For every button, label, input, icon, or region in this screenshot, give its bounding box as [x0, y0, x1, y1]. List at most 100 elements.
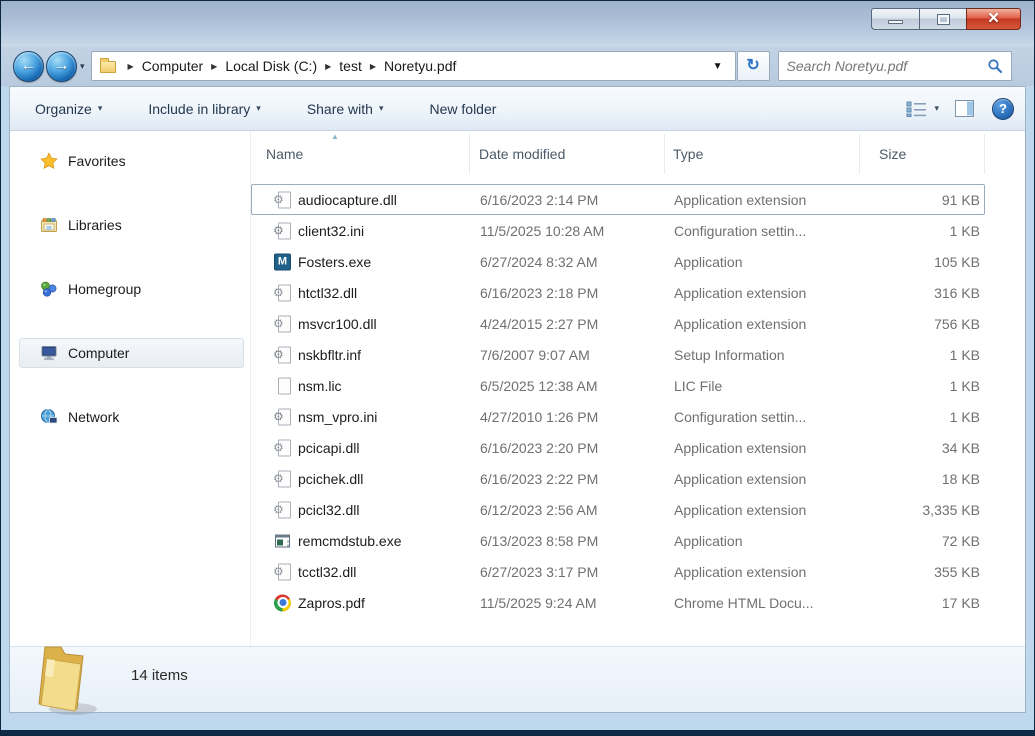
search-input[interactable] [787, 58, 987, 74]
file-row-Fosters.exe[interactable]: Fosters.exe 6/27/2024 8:32 AM Applicatio… [251, 246, 985, 277]
change-view-button[interactable]: ▾ [906, 101, 939, 117]
computer-icon [40, 344, 58, 362]
column-header-size[interactable]: Size [879, 146, 906, 162]
help-button[interactable]: ? [992, 98, 1014, 120]
breadcrumb-segment[interactable]: Computer [142, 58, 203, 74]
file-date-modified: 6/13/2023 8:58 PM [480, 533, 598, 549]
sidebar-item-libraries[interactable]: Libraries [19, 210, 244, 240]
sidebar-item-computer[interactable]: Computer [19, 338, 244, 368]
toolbar-right-group: ▾ ? [906, 98, 1014, 120]
close-button[interactable]: × [966, 8, 1021, 30]
share-with-label: Share with [307, 101, 373, 117]
new-folder-button[interactable]: New folder [430, 101, 497, 117]
file-date-modified: 6/16/2023 2:20 PM [480, 440, 598, 456]
libraries-icon [40, 216, 58, 234]
sort-ascending-icon: ▲ [331, 132, 339, 141]
window-controls: × [871, 8, 1021, 30]
navigation-bar: ← → ▾ ▶Computer▶Local Disk (C:)▶test▶Nor… [1, 46, 1034, 86]
status-bar: 14 items [9, 646, 1026, 713]
file-row-client32.ini[interactable]: client32.ini 11/5/2025 10:28 AM Configur… [251, 215, 985, 246]
column-header-date-modified[interactable]: Date modified [479, 146, 565, 162]
file-name: tcctl32.dll [298, 564, 356, 580]
file-type-icon [274, 377, 291, 394]
file-name: Zapros.pdf [298, 595, 365, 611]
file-row-pcicl32.dll[interactable]: pcicl32.dll 6/12/2023 2:56 AM Applicatio… [251, 494, 985, 525]
sidebar-item-homegroup[interactable]: Homegroup [19, 274, 244, 304]
file-type-icon [274, 191, 291, 208]
preview-pane-button[interactable] [955, 100, 974, 117]
close-icon: × [988, 10, 999, 28]
organize-menu[interactable]: Organize ▾ [35, 101, 102, 117]
column-divider[interactable] [664, 134, 665, 174]
file-date-modified: 11/5/2025 10:28 AM [480, 223, 604, 239]
file-type-icon [274, 563, 291, 580]
include-in-library-menu[interactable]: Include in library ▾ [148, 101, 260, 117]
sidebar-item-label: Libraries [68, 217, 122, 233]
file-list-body: audiocapture.dll 6/16/2023 2:14 PM Appli… [251, 184, 985, 618]
file-type: LIC File [674, 378, 722, 394]
file-row-pcicapi.dll[interactable]: pcicapi.dll 6/16/2023 2:20 PM Applicatio… [251, 432, 985, 463]
file-row-msvcr100.dll[interactable]: msvcr100.dll 4/24/2015 2:27 PM Applicati… [251, 308, 985, 339]
recent-pages-dropdown[interactable]: ▾ [80, 61, 85, 72]
file-name: client32.ini [298, 223, 364, 239]
file-row-nsm_vpro.ini[interactable]: nsm_vpro.ini 4/27/2010 1:26 PM Configura… [251, 401, 985, 432]
column-divider[interactable] [469, 134, 470, 174]
file-size: 18 KB [860, 471, 980, 487]
file-size: 34 KB [860, 440, 980, 456]
file-type: Application extension [674, 192, 806, 208]
breadcrumb-segment[interactable]: Local Disk (C:) [225, 58, 317, 74]
title-bar[interactable]: × [1, 1, 1034, 46]
search-icon[interactable] [987, 58, 1003, 74]
file-row-Zapros.pdf[interactable]: Zapros.pdf 11/5/2025 9:24 AM Chrome HTML… [251, 587, 985, 618]
command-toolbar: Organize ▾ Include in library ▾ Share wi… [9, 86, 1026, 131]
file-type-icon [274, 253, 291, 270]
file-name: remcmdstub.exe [298, 533, 401, 549]
file-row-tcctl32.dll[interactable]: tcctl32.dll 6/27/2023 3:17 PM Applicatio… [251, 556, 985, 587]
file-row-audiocapture.dll[interactable]: audiocapture.dll 6/16/2023 2:14 PM Appli… [251, 184, 985, 215]
folder-icon [100, 61, 116, 73]
file-row-pcichek.dll[interactable]: pcichek.dll 6/16/2023 2:22 PM Applicatio… [251, 463, 985, 494]
breadcrumb-segment[interactable]: Noretyu.pdf [384, 58, 456, 74]
address-bar[interactable]: ▶Computer▶Local Disk (C:)▶test▶Noretyu.p… [91, 51, 736, 81]
network-icon [40, 408, 58, 426]
file-row-nskbfltr.inf[interactable]: nskbfltr.inf 7/6/2007 9:07 AM Setup Info… [251, 339, 985, 370]
breadcrumb-separator-icon: ▶ [325, 62, 331, 71]
column-divider[interactable] [859, 134, 860, 174]
navigation-pane: Favorites Libraries [9, 131, 251, 646]
column-header-type[interactable]: Type [673, 146, 703, 162]
column-headers: ▲ Name Date modified Type Size [251, 131, 1026, 181]
preview-pane-icon [955, 100, 974, 117]
file-row-remcmdstub.exe[interactable]: remcmdstub.exe 6/13/2023 8:58 PM Applica… [251, 525, 985, 556]
back-button[interactable]: ← [13, 51, 44, 82]
file-size: 1 KB [860, 409, 980, 425]
breadcrumb-separator-icon: ▶ [128, 62, 134, 71]
maximize-button[interactable] [919, 8, 966, 30]
forward-button[interactable]: → [46, 51, 77, 82]
breadcrumb-segment[interactable]: test [339, 58, 362, 74]
main-content: Favorites Libraries [9, 131, 1026, 646]
address-dropdown-icon[interactable]: ▼ [703, 61, 733, 72]
refresh-button[interactable]: ↻ [737, 51, 770, 81]
file-type: Application extension [674, 316, 806, 332]
file-name: htctl32.dll [298, 285, 357, 301]
chevron-down-icon: ▾ [98, 103, 103, 114]
column-divider[interactable] [984, 134, 985, 174]
file-type: Configuration settin... [674, 409, 806, 425]
file-date-modified: 6/16/2023 2:22 PM [480, 471, 598, 487]
column-header-name[interactable]: Name [266, 146, 303, 162]
file-name: nsm.lic [298, 378, 342, 394]
sidebar-item-network[interactable]: Network [19, 402, 244, 432]
file-date-modified: 6/27/2024 8:32 AM [480, 254, 598, 270]
file-name: Fosters.exe [298, 254, 371, 270]
file-row-nsm.lic[interactable]: nsm.lic 6/5/2025 12:38 AM LIC File 1 KB [251, 370, 985, 401]
share-with-menu[interactable]: Share with ▾ [307, 101, 384, 117]
file-type-icon [274, 408, 291, 425]
file-row-htctl32.dll[interactable]: htctl32.dll 6/16/2023 2:18 PM Applicatio… [251, 277, 985, 308]
file-type: Application extension [674, 502, 806, 518]
sidebar-item-favorites[interactable]: Favorites [19, 146, 244, 176]
file-type-icon [274, 470, 291, 487]
file-size: 355 KB [860, 564, 980, 580]
file-size: 105 KB [860, 254, 980, 270]
minimize-button[interactable] [871, 8, 919, 30]
file-name: pcichek.dll [298, 471, 363, 487]
